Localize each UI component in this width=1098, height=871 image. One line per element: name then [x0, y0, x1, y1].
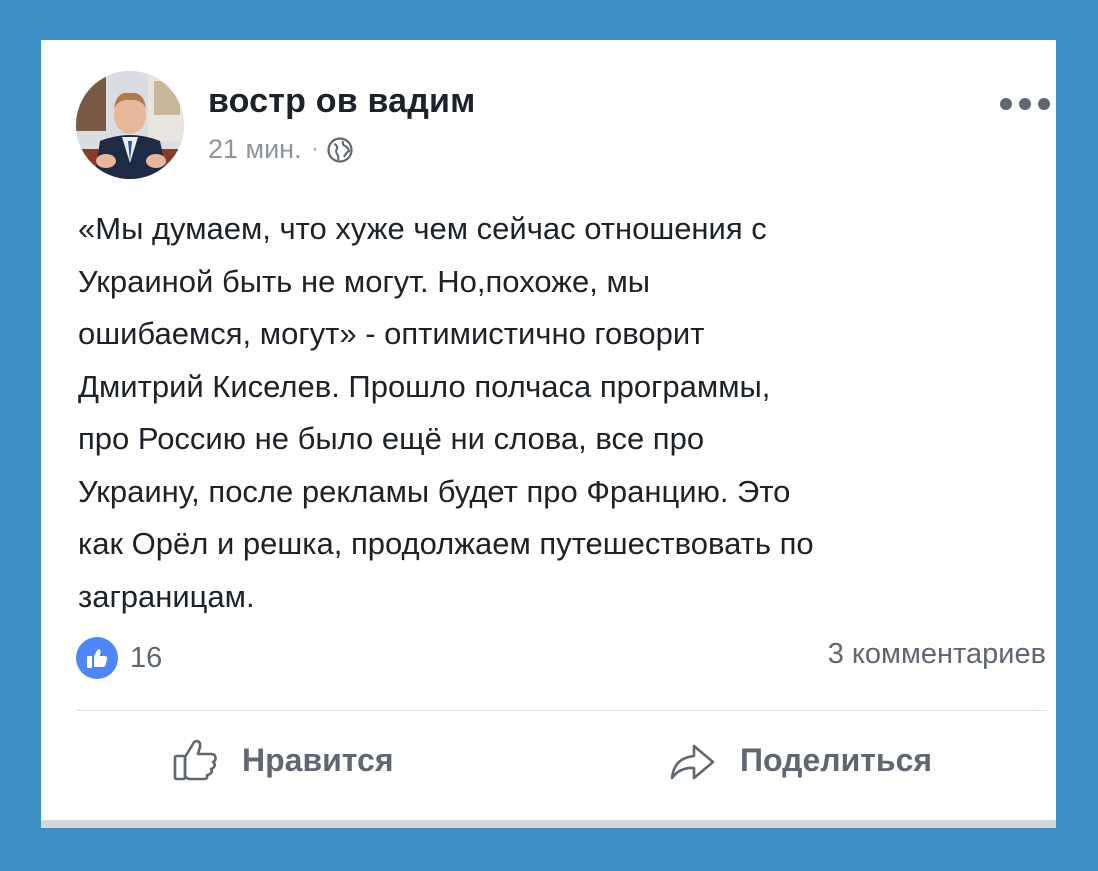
author-name[interactable]: востр ов вадим: [208, 82, 475, 121]
share-button-label: Поделиться: [740, 741, 933, 778]
more-options-icon[interactable]: [1000, 92, 1050, 116]
comments-count[interactable]: 3 комментариев: [828, 638, 1046, 671]
likes-count: 16: [130, 641, 163, 674]
like-button-label: Нравится: [242, 741, 394, 778]
like-reaction-icon: [76, 637, 118, 679]
like-button[interactable]: Нравится: [172, 738, 394, 782]
meta-separator: ·: [311, 138, 319, 160]
globe-icon: [327, 136, 353, 163]
avatar[interactable]: [76, 71, 184, 179]
card-bottom-border: [41, 820, 1056, 828]
post-text: «Мы думаем, что хуже чем сейчас отношени…: [78, 211, 814, 614]
post-time[interactable]: 21 мин.: [208, 134, 302, 165]
thumbs-up-icon: [173, 739, 217, 781]
share-button[interactable]: Поделиться: [668, 738, 932, 782]
avatar-photo: [76, 71, 184, 179]
actions-divider: [76, 710, 1046, 711]
likes-summary[interactable]: 16: [76, 637, 162, 679]
post-meta: 21 мин. ·: [208, 134, 354, 165]
share-arrow-icon: [670, 744, 715, 780]
